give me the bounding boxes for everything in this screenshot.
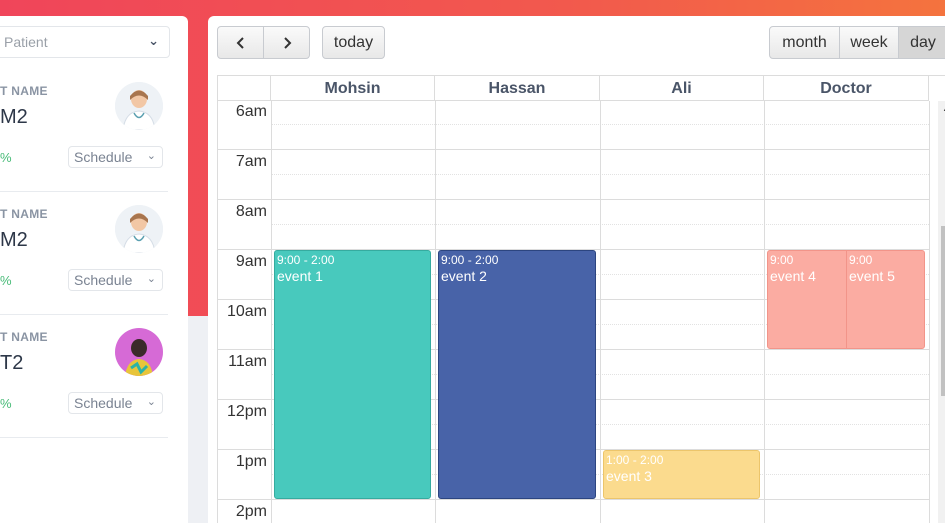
event-title: event 3 (606, 468, 652, 484)
vertical-scrollbar[interactable]: ▲ (938, 101, 945, 523)
event-time: 9:00 (849, 253, 873, 267)
time-column-header (218, 76, 271, 101)
chevron-down-icon: ⌄ (148, 33, 159, 48)
patient-select[interactable]: Patient ⌄ (0, 26, 170, 58)
prev-button[interactable] (217, 26, 264, 59)
event-title: event 5 (849, 268, 895, 284)
patient-name: T2 (0, 352, 24, 374)
event-time: 9:00 - 2:00 (441, 253, 499, 267)
patient-name: M2 (0, 106, 28, 128)
event-time: 9:00 (770, 253, 794, 267)
schedule-label: Schedule (74, 272, 133, 288)
event-2[interactable]: 9:00 - 2:00 event 2 (438, 250, 596, 499)
schedule-select[interactable]: Schedule ⌄ (68, 392, 163, 414)
event-3[interactable]: 1:00 - 2:00 event 3 (603, 450, 760, 499)
schedule-select[interactable]: Schedule ⌄ (68, 269, 163, 291)
chevron-down-icon: ⌄ (146, 273, 156, 285)
resource-header-hassan: Hassan (435, 76, 600, 101)
time-label: 11am (228, 353, 267, 370)
patient-label: T NAME (0, 330, 48, 344)
week-view-button[interactable]: week (839, 26, 899, 59)
chevron-down-icon: ⌄ (146, 396, 156, 408)
resource-header-mohsin: Mohsin (271, 76, 435, 101)
patient-card[interactable]: T NAME M2 % Schedule ⌄ (0, 70, 168, 192)
event-title: event 4 (770, 268, 816, 284)
time-label: 7am (235, 153, 267, 170)
time-label: 6am (235, 103, 267, 120)
time-label: 10am (226, 303, 267, 320)
calendar-panel: today month week day Mohsin Hassan Ali D… (208, 16, 945, 523)
event-1[interactable]: 9:00 - 2:00 event 1 (274, 250, 431, 499)
event-4[interactable]: 9:00 event 4 (767, 250, 847, 349)
calendar-grid: Mohsin Hassan Ali Doctor 6am 7am 8am 9am… (217, 75, 945, 523)
event-time: 1:00 - 2:00 (606, 453, 664, 467)
patient-select-placeholder: Patient (4, 34, 48, 50)
next-button[interactable] (263, 26, 310, 59)
resource-header-doctor: Doctor (764, 76, 929, 101)
schedule-label: Schedule (74, 395, 133, 411)
resource-header-ali: Ali (600, 76, 764, 101)
chevron-down-icon: ⌄ (146, 150, 156, 162)
patient-percent: % (0, 150, 12, 165)
chevron-left-icon (236, 37, 244, 49)
time-label: 9am (235, 253, 267, 270)
month-view-button[interactable]: month (769, 26, 840, 59)
doctor-avatar (115, 82, 163, 130)
scroll-thumb[interactable] (941, 226, 945, 396)
patient-percent: % (0, 273, 12, 288)
patient-panel: Patient ⌄ T NAME M2 % Schedule ⌄ T NAME … (0, 16, 188, 523)
person-avatar (115, 328, 163, 376)
schedule-label: Schedule (74, 149, 133, 165)
chevron-right-icon (283, 37, 291, 49)
day-view-button[interactable]: day (898, 26, 945, 59)
patient-label: T NAME (0, 207, 48, 221)
time-label: 12pm (226, 403, 267, 420)
patient-card[interactable]: T NAME T2 % Schedule ⌄ (0, 316, 168, 438)
patient-name: M2 (0, 229, 28, 251)
time-label: 8am (235, 203, 267, 220)
event-title: event 1 (277, 268, 323, 284)
schedule-select[interactable]: Schedule ⌄ (68, 146, 163, 168)
time-label: 1pm (235, 453, 267, 470)
patient-card[interactable]: T NAME M2 % Schedule ⌄ (0, 193, 168, 315)
today-button[interactable]: today (322, 26, 385, 59)
patient-label: T NAME (0, 84, 48, 98)
time-grid[interactable]: 6am 7am 8am 9am 10am 11am 12pm 1pm 2pm 9… (218, 101, 945, 523)
event-title: event 2 (441, 268, 487, 284)
event-5[interactable]: 9:00 event 5 (846, 250, 925, 349)
doctor-avatar (115, 205, 163, 253)
patient-percent: % (0, 396, 12, 411)
time-label: 2pm (235, 503, 267, 520)
event-time: 9:00 - 2:00 (277, 253, 335, 267)
